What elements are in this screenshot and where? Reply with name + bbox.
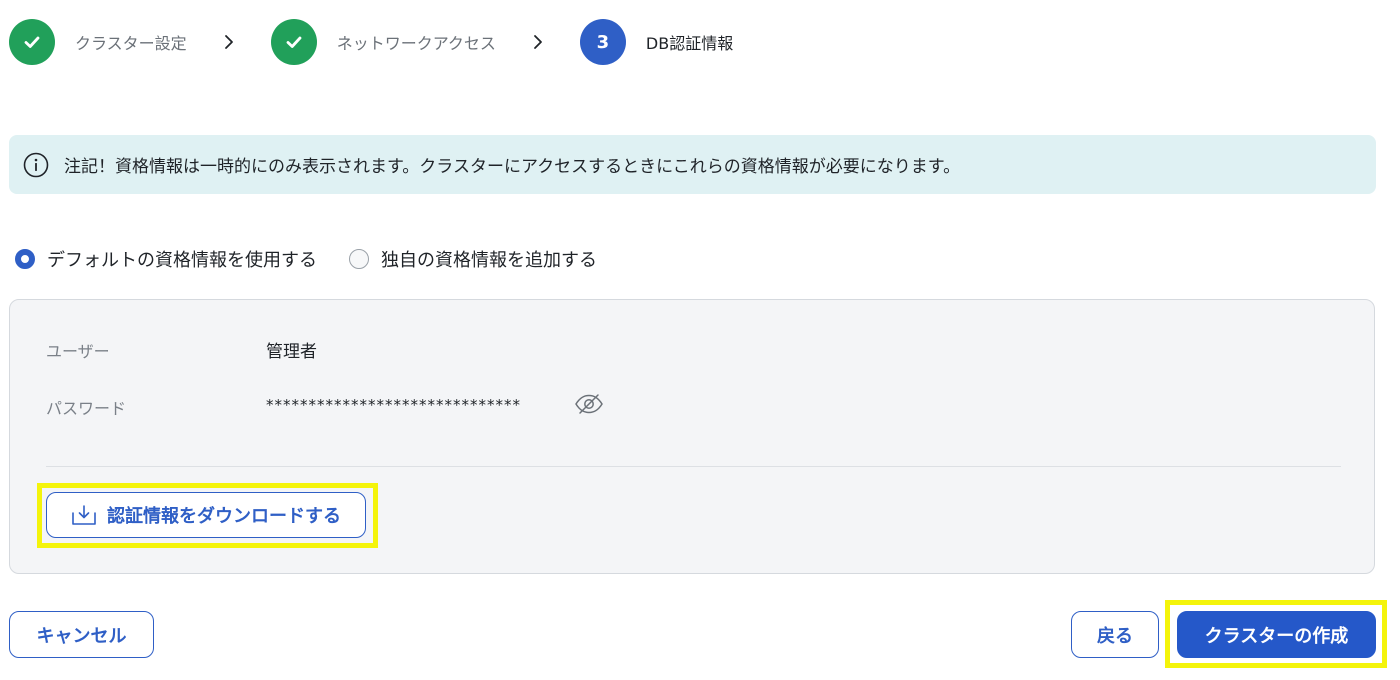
download-icon	[71, 504, 97, 526]
radio-label: 独自の資格情報を追加する	[381, 250, 597, 271]
download-button-label: 認証情報をダウンロードする	[107, 506, 341, 527]
info-icon	[22, 151, 50, 179]
eye-off-icon[interactable]	[573, 388, 605, 420]
step-cluster-settings[interactable]: クラスター設定	[9, 19, 187, 65]
radio-label: デフォルトの資格情報を使用する	[47, 250, 317, 271]
cancel-button[interactable]: キャンセル	[9, 611, 154, 658]
info-banner: 注記！資格情報は一時的にのみ表示されます。クラスターにアクセスするときにこれらの…	[9, 135, 1376, 194]
step-complete-badge	[270, 19, 317, 65]
wizard-stepper: クラスター設定 ネットワークアクセス 3 DB認証情報	[9, 19, 733, 65]
checkmark-icon	[286, 36, 302, 48]
checkmark-icon	[24, 36, 40, 48]
banner-message: 注記！資格情報は一時的にのみ表示されます。クラスターにアクセスするときにこれらの…	[64, 157, 961, 177]
panel-divider	[46, 466, 1341, 467]
password-field-value: ******************************	[266, 396, 521, 414]
chevron-right-icon	[532, 34, 544, 50]
step-label: DB認証情報	[645, 34, 734, 53]
password-field-label: パスワード	[46, 399, 127, 418]
create-cluster-button[interactable]: クラスターの作成	[1177, 611, 1376, 658]
step-complete-badge	[9, 19, 55, 65]
step-db-credentials: 3 DB認証情報	[579, 19, 734, 65]
back-button[interactable]: 戻る	[1071, 611, 1159, 658]
user-field-label: ユーザー	[46, 342, 110, 361]
user-field-value: 管理者	[266, 342, 317, 362]
radio-default-credentials[interactable]: デフォルトの資格情報を使用する	[15, 246, 317, 272]
radio-button-selected[interactable]	[15, 249, 35, 269]
radio-button-unselected[interactable]	[349, 249, 369, 269]
chevron-right-icon	[223, 34, 235, 50]
credential-mode-radio-group: デフォルトの資格情報を使用する 独自の資格情報を追加する	[15, 246, 597, 272]
step-network-access[interactable]: ネットワークアクセス	[270, 19, 496, 65]
download-credentials-button[interactable]: 認証情報をダウンロードする	[46, 492, 366, 538]
radio-custom-credentials[interactable]: 独自の資格情報を追加する	[349, 246, 597, 272]
credentials-panel: ユーザー 管理者 パスワード *************************…	[9, 299, 1375, 574]
step-label: ネットワークアクセス	[336, 34, 496, 53]
step-label: クラスター設定	[75, 34, 187, 53]
step-number-badge: 3	[579, 19, 626, 65]
